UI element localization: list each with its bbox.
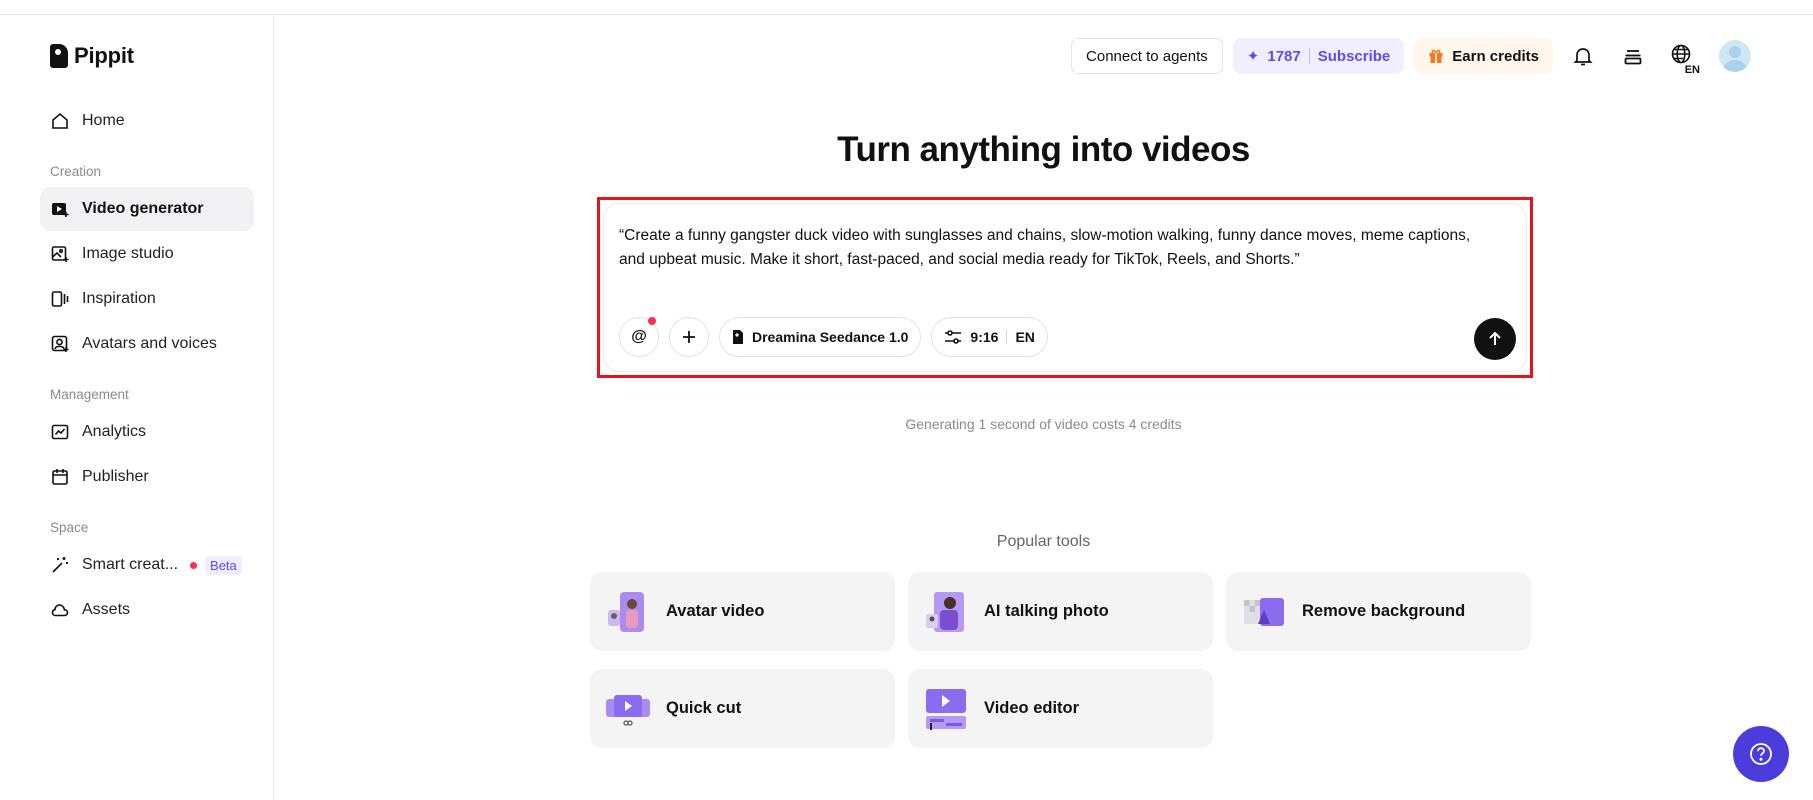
sidebar-item-avatars-and-voices[interactable]: Avatars and voices (40, 322, 254, 366)
popular-tools-grid: Avatar video AI talking photo Remove bac… (590, 572, 1532, 748)
home-icon (52, 112, 68, 129)
prompt-toolbar: @ Dreamina Seedance 1.0 9:16 EN (619, 317, 1048, 357)
section-label-creation: Creation (50, 164, 102, 179)
language-button[interactable]: EN (1663, 38, 1703, 76)
stack-menu-button[interactable] (1613, 38, 1653, 74)
tool-card-label: Avatar video (666, 602, 765, 620)
sidebar-item-label: Home (82, 112, 125, 129)
gift-icon (1429, 49, 1443, 63)
tool-card-video-editor[interactable]: Video editor (908, 669, 1213, 748)
settings-divider (1006, 330, 1008, 344)
analytics-icon (51, 424, 69, 440)
video-editor-thumbnail-icon (926, 688, 966, 730)
prompt-textarea[interactable]: “Create a funny gangster duck video with… (619, 224, 1499, 272)
add-attachment-button[interactable] (669, 317, 709, 357)
language-code: EN (1683, 64, 1701, 76)
sidebar-item-label: Inspiration (82, 290, 156, 307)
cost-note: Generating 1 second of video costs 4 cre… (905, 416, 1182, 432)
video-plus-icon (52, 203, 69, 217)
connect-to-agents-button[interactable]: Connect to agents (1071, 38, 1223, 74)
sidebar-item-analytics[interactable]: Analytics (40, 410, 254, 454)
sidebar-item-home[interactable]: Home (40, 99, 254, 143)
model-logo-icon (733, 330, 743, 344)
user-avatar[interactable] (1719, 40, 1751, 72)
arrow-up-icon (1489, 331, 1501, 345)
sidebar-item-smart-creation[interactable]: Smart creat... Beta (40, 543, 254, 587)
sidebar-item-label: Publisher (82, 468, 149, 485)
plus-icon (683, 331, 695, 343)
pippit-logo-icon (50, 44, 68, 68)
notification-dot (648, 317, 656, 325)
aspect-ratio: 9:16 (970, 329, 999, 345)
tool-card-avatar-video[interactable]: Avatar video (590, 572, 895, 651)
sidebar-item-label: Video generator (82, 200, 204, 217)
help-button[interactable] (1733, 726, 1789, 782)
beta-badge: Beta (205, 555, 242, 575)
sidebar-item-publisher[interactable]: Publisher (40, 455, 254, 499)
prompt-highlight-frame: “Create a funny gangster duck video with… (597, 197, 1533, 378)
tool-card-remove-background[interactable]: Remove background (1226, 572, 1531, 651)
notifications-button[interactable] (1563, 38, 1603, 74)
section-label-space: Space (50, 520, 89, 535)
talking-photo-thumbnail-icon (926, 591, 964, 632)
page-title: Turn anything into videos (837, 130, 1250, 169)
popular-tools-heading: Popular tools (996, 533, 1091, 550)
inspiration-icon (51, 291, 69, 307)
sidebar-item-image-studio[interactable]: Image studio (40, 232, 254, 276)
credits-count: 1787 (1267, 47, 1301, 65)
top-bar: Connect to agents ✦ 1787 Subscribe Earn … (1071, 38, 1751, 76)
quick-cut-thumbnail-icon (606, 694, 650, 726)
sidebar-item-label: Avatars and voices (82, 335, 217, 352)
language-setting: EN (1015, 329, 1035, 345)
magic-wand-icon (52, 557, 68, 573)
sidebar-item-video-generator[interactable]: Video generator (40, 187, 254, 231)
sidebar-item-label: Smart creat... (82, 556, 179, 573)
bell-icon (1573, 48, 1593, 66)
send-button[interactable] (1474, 318, 1516, 360)
cloud-icon (51, 604, 69, 617)
mention-button[interactable]: @ (619, 317, 659, 357)
subscribe-link[interactable]: Subscribe (1318, 48, 1391, 65)
model-selector[interactable]: Dreamina Seedance 1.0 (719, 317, 922, 357)
prompt-input-box[interactable]: “Create a funny gangster duck video with… (603, 203, 1527, 372)
remove-background-thumbnail-icon (1244, 597, 1284, 626)
new-indicator-dot (190, 561, 198, 569)
credits-subscribe-pill[interactable]: ✦ 1787 Subscribe (1232, 38, 1405, 74)
sidebar-item-label: Image studio (82, 245, 174, 262)
model-name: Dreamina Seedance 1.0 (752, 329, 909, 345)
calendar-icon (52, 469, 68, 485)
pill-divider (1308, 48, 1310, 64)
sparkle-icon: ✦ (1246, 48, 1260, 65)
sidebar-item-assets[interactable]: Assets (40, 588, 254, 632)
image-plus-icon (51, 246, 69, 262)
tool-card-label: Quick cut (666, 699, 742, 717)
tool-card-ai-talking-photo[interactable]: AI talking photo (908, 572, 1213, 651)
brand-name: Pippit (74, 43, 134, 68)
stack-icon (1624, 50, 1642, 65)
sidebar: Pippit Home Creation Video generator Ima… (0, 15, 274, 800)
tool-card-label: Video editor (984, 699, 1080, 717)
brand-logo[interactable]: Pippit (50, 43, 134, 69)
help-icon (1750, 743, 1772, 765)
sidebar-item-inspiration[interactable]: Inspiration (40, 277, 254, 321)
earn-credits-label: Earn credits (1452, 47, 1539, 65)
earn-credits-button[interactable]: Earn credits (1414, 38, 1553, 74)
sidebar-nav: Home Creation Video generator Image stud… (40, 99, 254, 633)
avatar-icon (51, 335, 69, 352)
tool-card-label: AI talking photo (984, 602, 1109, 620)
sliders-icon (945, 330, 962, 344)
section-label-management: Management (50, 387, 129, 402)
avatar-video-thumbnail-icon (608, 591, 644, 632)
sidebar-item-label: Analytics (82, 423, 147, 440)
at-icon: @ (631, 328, 647, 345)
video-settings-selector[interactable]: 9:16 EN (931, 317, 1048, 357)
sidebar-item-label: Assets (82, 601, 131, 618)
tool-card-label: Remove background (1302, 602, 1466, 620)
tool-card-quick-cut[interactable]: Quick cut (590, 669, 895, 748)
